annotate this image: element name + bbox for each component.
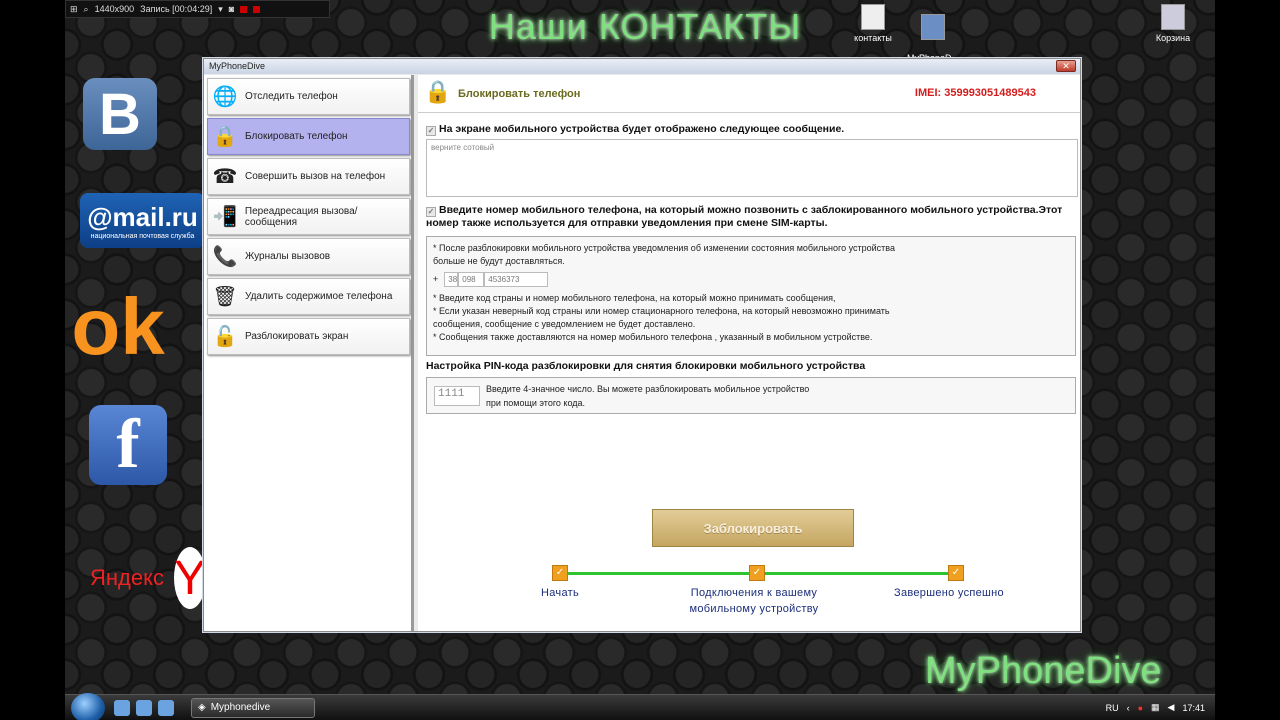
window-title: MyPhoneDive bbox=[209, 61, 266, 71]
camera-icon[interactable]: ◙ bbox=[229, 4, 234, 14]
yandex-y-icon: Y bbox=[173, 547, 206, 609]
yandex-logo[interactable]: Яндекс Y bbox=[90, 547, 206, 609]
page-title: Блокировать телефон bbox=[458, 87, 581, 100]
brand-watermark: MyPhoneDive bbox=[925, 650, 1162, 692]
phone-number-input[interactable]: 4536373 bbox=[484, 272, 549, 287]
app-icon: ◈ bbox=[198, 702, 206, 713]
info-line: * После разблокировки мобильного устройс… bbox=[433, 243, 895, 253]
step-start-icon: ✓ bbox=[552, 565, 568, 581]
mailru-logo[interactable]: @mail.ru национальная почтовая служба bbox=[80, 193, 205, 248]
pin-label: Настройка PIN-кода разблокировки для сня… bbox=[426, 360, 866, 372]
info-line: * Введите код страны и номер мобильного … bbox=[433, 293, 836, 303]
close-button[interactable]: ✕ bbox=[1056, 60, 1076, 72]
main-content: 🔒 Блокировать телефон IMEI: 359993051489… bbox=[418, 75, 1080, 631]
vk-logo[interactable]: B bbox=[83, 78, 157, 150]
globe-icon: 🌐 bbox=[212, 86, 238, 108]
phone-book-icon: 📞 bbox=[212, 246, 238, 268]
facebook-logo[interactable]: f bbox=[89, 405, 167, 485]
content-header: 🔒 Блокировать телефон IMEI: 359993051489… bbox=[418, 75, 1080, 113]
record-stop-icon[interactable] bbox=[240, 5, 248, 13]
step-done-label: Завершено успешно bbox=[894, 587, 1004, 599]
operator-code-input[interactable]: 098 bbox=[458, 272, 485, 287]
app-window: MyPhoneDive ✕ 🌐 Отследить телефон 🔒 Блок… bbox=[203, 58, 1081, 632]
imei-label: IMEI: 359993051489543 bbox=[914, 87, 1036, 99]
system-tray: RU ‹ ● ▦ ◀ 17:41 bbox=[1106, 702, 1215, 713]
step-connect-icon: ✓ bbox=[749, 565, 765, 581]
step-connect-label: Подключения к вашему мобильному устройст… bbox=[689, 587, 819, 615]
padlock-icon: 🔒 bbox=[424, 78, 452, 104]
antivirus-icon[interactable]: ● bbox=[1138, 703, 1143, 713]
tray-arrow-icon[interactable]: ‹ bbox=[1127, 703, 1130, 713]
recycle-bin-icon bbox=[1161, 4, 1185, 30]
message-checkbox[interactable]: ✓ bbox=[426, 126, 436, 136]
progress-steps: ✓ ✓ ✓ bbox=[552, 565, 964, 585]
shortcut-icon bbox=[921, 14, 945, 40]
phone-label: ✓ Введите номер мобильного телефона, на к… bbox=[426, 204, 1063, 229]
clock[interactable]: 17:41 bbox=[1182, 703, 1205, 713]
window-titlebar[interactable]: MyPhoneDive ✕ bbox=[204, 59, 1080, 74]
language-indicator[interactable]: RU bbox=[1106, 703, 1119, 713]
sidebar-item-track[interactable]: 🌐 Отследить телефон bbox=[207, 78, 410, 115]
network-icon[interactable]: ▦ bbox=[1151, 702, 1160, 713]
sidebar-item-call-logs[interactable]: 📞 Журналы вызовов bbox=[207, 238, 410, 275]
recorder-resolution: 1440x900 bbox=[94, 4, 135, 14]
document-icon bbox=[861, 4, 885, 30]
pin-input[interactable]: 1111 bbox=[434, 385, 480, 406]
ie-icon[interactable] bbox=[114, 699, 130, 716]
step-done-icon: ✓ bbox=[948, 565, 964, 581]
volume-icon[interactable]: ◀ bbox=[1168, 702, 1175, 713]
message-label: ✓ На экране мобильного устройства будет о… bbox=[426, 123, 845, 136]
phone-icon: ☎ bbox=[212, 166, 238, 188]
dropdown-icon[interactable]: ▾ bbox=[218, 4, 223, 15]
odnoklassniki-logo[interactable]: ok bbox=[71, 282, 164, 372]
zoom-icon: ⌕ bbox=[83, 3, 89, 14]
info-line: больше не будут доставляться. bbox=[433, 256, 565, 266]
phone-number-row: + 38 098 4536373 bbox=[433, 272, 1069, 287]
sidebar-item-lock[interactable]: 🔒 Блокировать телефон bbox=[207, 118, 410, 155]
unlock-icon: 🔓 bbox=[212, 326, 238, 348]
forward-icon: 📲 bbox=[212, 206, 238, 228]
trash-icon: 🗑 bbox=[212, 286, 238, 308]
step-start-label: Начать bbox=[541, 587, 579, 599]
recorder-menu-icon[interactable]: ⊞ bbox=[70, 4, 78, 15]
taskbar-item-myphonedive[interactable]: ◈ Myphonedive bbox=[191, 697, 315, 718]
country-code-input[interactable]: 38 bbox=[444, 272, 459, 287]
start-button[interactable] bbox=[71, 692, 105, 720]
taskbar: ◈ Myphonedive RU ‹ ● ▦ ◀ 17:41 bbox=[65, 692, 1215, 720]
sidebar-item-call[interactable]: ☎ Совершить вызов на телефон bbox=[207, 158, 410, 195]
switch-windows-icon[interactable] bbox=[158, 699, 174, 716]
desktop-icon-contacts[interactable]: контакты bbox=[843, 4, 903, 43]
recorder-bar: ⊞ ⌕ 1440x900 Запись [00:04:29] ▾ ◙ bbox=[65, 0, 330, 18]
recorder-status: Запись [00:04:29] bbox=[140, 4, 213, 14]
lock-icon: 🔒 bbox=[212, 126, 238, 148]
info-line: * Сообщения также доставляются на номер … bbox=[433, 332, 873, 342]
show-desktop-icon[interactable] bbox=[136, 699, 152, 716]
message-textarea[interactable]: верните сотовый bbox=[426, 139, 1078, 197]
sidebar-item-wipe[interactable]: 🗑 Удалить содержимое телефона bbox=[207, 278, 410, 315]
phone-info-panel: * После разблокировки мобильного устройс… bbox=[426, 236, 1076, 356]
plus-sign: + bbox=[433, 274, 439, 284]
phone-checkbox[interactable]: ✓ bbox=[426, 207, 436, 217]
sidebar-item-forward[interactable]: 📲 Переадресация вызова/сообщения bbox=[207, 198, 410, 235]
desktop: ⊞ ⌕ 1440x900 Запись [00:04:29] ▾ ◙ Наши … bbox=[65, 0, 1215, 720]
pin-note: Введите 4-значное число. Вы можете разбл… bbox=[486, 383, 810, 408]
info-line: * Если указан неверный код страны или но… bbox=[433, 306, 890, 316]
sidebar: 🌐 Отследить телефон 🔒 Блокировать телефо… bbox=[204, 75, 414, 631]
sidebar-item-unlock[interactable]: 🔓 Разблокировать экран bbox=[207, 318, 410, 355]
info-line: сообщения, сообщение с уведомлением не б… bbox=[433, 319, 696, 329]
lock-button[interactable]: Заблокировать bbox=[652, 509, 854, 547]
pin-panel: 1111 Введите 4-значное число. Вы можете … bbox=[426, 377, 1076, 414]
desktop-icon-recycle-bin[interactable]: Корзина bbox=[1143, 4, 1203, 43]
desktop-title: Наши КОНТАКТЫ bbox=[488, 6, 802, 47]
record-pause-icon[interactable] bbox=[253, 5, 261, 13]
